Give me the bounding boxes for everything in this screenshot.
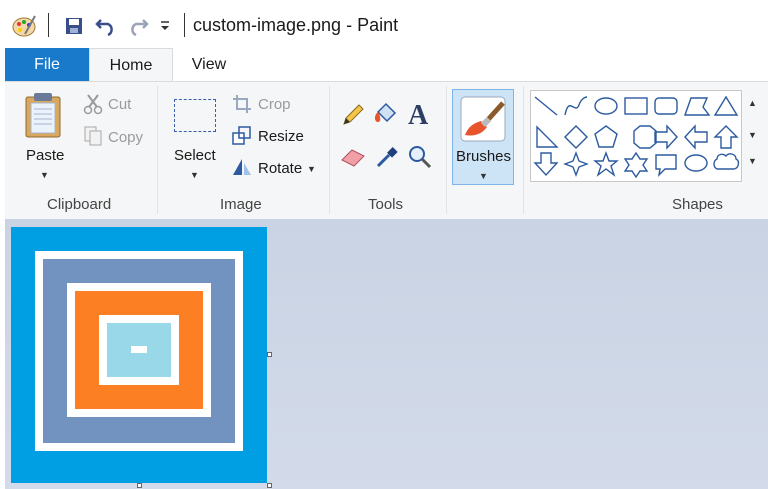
title-bar: custom-image.png - Paint	[0, 0, 768, 46]
cut-icon[interactable]	[83, 93, 103, 120]
curve-shape-icon	[564, 96, 588, 116]
copy-button[interactable]: Copy	[108, 129, 143, 146]
six-point-star-shape-icon	[623, 151, 649, 179]
undo-icon[interactable]	[92, 12, 120, 40]
fill-bucket-icon[interactable]	[373, 102, 399, 133]
paste-dropdown-icon[interactable]: ▼	[40, 170, 49, 180]
resize-handle-right[interactable]	[267, 352, 272, 357]
tab-home[interactable]: Home	[89, 48, 173, 83]
five-point-star-shape-icon	[593, 151, 619, 177]
expand-gallery-icon[interactable]: ▼	[748, 156, 757, 166]
down-arrow-shape-icon	[533, 152, 559, 177]
pentagon-shape-icon	[594, 125, 618, 148]
text-icon[interactable]: A	[408, 100, 428, 132]
resize-handle-corner[interactable]	[267, 483, 272, 488]
group-separator	[446, 86, 447, 214]
resize-icon[interactable]	[232, 126, 252, 151]
triangle-shape-icon	[713, 95, 739, 116]
center-white-mark	[131, 346, 147, 353]
redo-icon[interactable]	[124, 12, 152, 40]
paste-button[interactable]: Paste	[26, 147, 64, 164]
rotate-icon[interactable]	[231, 157, 253, 182]
brushes-button[interactable]: Brushes ▼	[452, 89, 514, 185]
color-picker-icon[interactable]	[375, 145, 399, 174]
shapes-gallery	[530, 90, 742, 182]
group-separator	[157, 86, 158, 214]
rounded-rectangle-shape-icon	[654, 97, 678, 115]
oval-shape-icon	[594, 97, 618, 115]
paint-app-icon[interactable]	[10, 12, 38, 40]
window-title: custom-image.png - Paint	[193, 15, 399, 35]
select-button[interactable]: Select	[174, 147, 216, 164]
image-group-label: Image	[220, 196, 262, 213]
brushes-label: Brushes	[456, 148, 512, 165]
toolbar-separator	[48, 13, 49, 37]
brushes-icon	[459, 95, 507, 148]
toolbar-separator	[184, 13, 185, 37]
resize-handle-bottom[interactable]	[137, 483, 142, 488]
copy-icon[interactable]	[83, 125, 103, 152]
pencil-icon[interactable]	[341, 103, 365, 132]
left-arrow-shape-icon	[684, 124, 708, 150]
scroll-up-icon[interactable]: ▲	[748, 98, 757, 108]
crop-button[interactable]: Crop	[258, 96, 291, 113]
up-arrow-shape-icon	[713, 125, 739, 149]
cloud-callout-shape-icon	[713, 153, 740, 170]
diamond-shape-icon	[564, 125, 588, 149]
cut-button[interactable]: Cut	[108, 96, 131, 113]
magnifier-icon[interactable]	[408, 145, 432, 174]
customize-dropdown-icon[interactable]	[151, 12, 179, 40]
save-icon[interactable]	[60, 12, 88, 40]
hexagon-shape-icon	[633, 125, 657, 149]
resize-button[interactable]: Resize	[258, 128, 304, 145]
group-separator	[523, 86, 524, 214]
right-arrow-shape-icon	[654, 124, 678, 150]
rotate-button[interactable]: Rotate	[258, 160, 302, 177]
clipboard-group-label: Clipboard	[47, 196, 112, 213]
eraser-icon[interactable]	[340, 146, 366, 173]
drawing-canvas[interactable]	[11, 227, 267, 483]
brushes-dropdown-icon: ▼	[479, 171, 488, 181]
line-shape-icon	[534, 96, 558, 116]
rectangle-shape-icon	[624, 97, 648, 115]
paste-icon[interactable]	[22, 91, 66, 139]
select-icon[interactable]	[174, 99, 216, 132]
shapes-scrollbar[interactable]: ▲ ▼ ▼	[742, 90, 764, 182]
tab-view[interactable]: View	[176, 48, 242, 81]
right-triangle-shape-icon	[536, 125, 559, 148]
shapes-group-label: Shapes	[672, 196, 723, 213]
scroll-down-icon[interactable]: ▼	[748, 130, 757, 140]
select-dropdown-icon[interactable]: ▼	[190, 170, 199, 180]
polygon-shape-icon	[684, 97, 711, 116]
tools-group-label: Tools	[368, 196, 404, 213]
rounded-callout-shape-icon	[655, 154, 677, 178]
crop-icon[interactable]	[232, 94, 252, 119]
group-separator	[329, 86, 330, 214]
oval-callout-shape-icon	[684, 154, 708, 172]
tab-file[interactable]: File	[5, 48, 89, 81]
rotate-dropdown-icon[interactable]: ▼	[307, 164, 316, 174]
four-point-star-shape-icon	[563, 151, 589, 177]
